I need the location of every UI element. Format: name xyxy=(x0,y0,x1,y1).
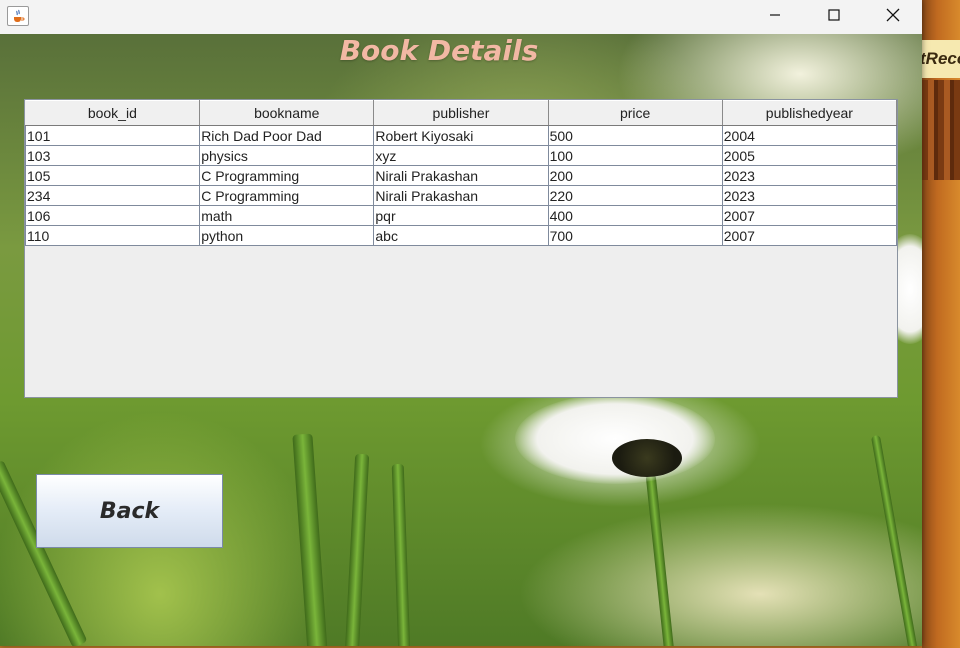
back-button[interactable]: Back xyxy=(36,474,223,548)
cell-price[interactable]: 500 xyxy=(547,125,723,146)
column-header-book-id[interactable]: book_id xyxy=(25,100,201,126)
cell-bookname[interactable]: math xyxy=(199,205,375,226)
background-grass-blade xyxy=(391,463,411,646)
background-app-title: tReco xyxy=(922,40,960,78)
cell-book-id[interactable]: 234 xyxy=(24,185,201,206)
column-header-publishedyear[interactable]: publishedyear xyxy=(722,100,898,126)
maximize-button[interactable] xyxy=(805,0,863,30)
cell-book-id[interactable]: 101 xyxy=(24,125,201,146)
close-icon xyxy=(886,8,900,22)
flower-stem xyxy=(870,434,919,646)
cell-price[interactable]: 400 xyxy=(547,205,723,226)
books-table[interactable]: book_id bookname publisher price publish… xyxy=(24,100,898,246)
cell-publisher[interactable]: Nirali Prakashan xyxy=(373,165,549,186)
column-header-price[interactable]: price xyxy=(548,100,723,126)
cell-publisher[interactable]: abc xyxy=(373,225,549,246)
cell-bookname[interactable]: python xyxy=(199,225,375,246)
cell-price[interactable]: 220 xyxy=(547,185,723,206)
cell-publishedyear[interactable]: 2007 xyxy=(721,205,898,226)
background-grass-blade xyxy=(344,453,370,646)
cell-publisher[interactable]: Robert Kiyosaki xyxy=(373,125,549,146)
column-header-publisher[interactable]: publisher xyxy=(373,100,549,126)
flower-stem xyxy=(645,473,675,646)
flower-petals xyxy=(515,394,715,484)
table-row[interactable]: 110 python abc 700 2007 xyxy=(24,225,898,246)
table-row[interactable]: 105 C Programming Nirali Prakashan 200 2… xyxy=(24,165,898,186)
title-bar[interactable] xyxy=(0,0,922,34)
cell-publishedyear[interactable]: 2023 xyxy=(721,185,898,206)
cell-publisher[interactable]: xyz xyxy=(373,145,549,166)
cell-publishedyear[interactable]: 2005 xyxy=(721,145,898,166)
cell-bookname[interactable]: C Programming xyxy=(199,165,375,186)
cell-book-id[interactable]: 105 xyxy=(24,165,201,186)
cell-price[interactable]: 200 xyxy=(547,165,723,186)
cell-bookname[interactable]: C Programming xyxy=(199,185,375,206)
table-row[interactable]: 101 Rich Dad Poor Dad Robert Kiyosaki 50… xyxy=(24,125,898,146)
column-header-bookname[interactable]: bookname xyxy=(199,100,375,126)
close-button[interactable] xyxy=(864,0,922,30)
cell-bookname[interactable]: Rich Dad Poor Dad xyxy=(199,125,375,146)
minimize-button[interactable] xyxy=(746,0,804,30)
background-bookshelf-image xyxy=(922,80,960,180)
cell-book-id[interactable]: 103 xyxy=(24,145,201,166)
cell-book-id[interactable]: 106 xyxy=(24,205,201,226)
cell-publishedyear[interactable]: 2007 xyxy=(721,225,898,246)
cell-bookname[interactable]: physics xyxy=(199,145,375,166)
page-title: Book Details xyxy=(339,34,539,67)
background-grass-blade xyxy=(292,433,328,646)
maximize-icon xyxy=(828,9,840,21)
minimize-icon xyxy=(770,14,780,16)
java-app-icon[interactable] xyxy=(7,6,29,26)
flower-center xyxy=(612,439,682,477)
books-table-panel[interactable]: book_id bookname publisher price publish… xyxy=(24,99,898,398)
cell-book-id[interactable]: 110 xyxy=(24,225,201,246)
cell-price[interactable]: 700 xyxy=(547,225,723,246)
cell-publishedyear[interactable]: 2004 xyxy=(721,125,898,146)
cell-publisher[interactable]: Nirali Prakashan xyxy=(373,185,549,206)
cell-publisher[interactable]: pqr xyxy=(373,205,549,226)
book-details-window: Book Details book_id bookname publisher … xyxy=(0,0,922,646)
table-row[interactable]: 103 physics xyz 100 2005 xyxy=(24,145,898,166)
table-row[interactable]: 106 math pqr 400 2007 xyxy=(24,205,898,226)
table-header-row: book_id bookname publisher price publish… xyxy=(25,100,898,126)
cell-price[interactable]: 100 xyxy=(547,145,723,166)
table-row[interactable]: 234 C Programming Nirali Prakashan 220 2… xyxy=(24,185,898,206)
cell-publishedyear[interactable]: 2023 xyxy=(721,165,898,186)
